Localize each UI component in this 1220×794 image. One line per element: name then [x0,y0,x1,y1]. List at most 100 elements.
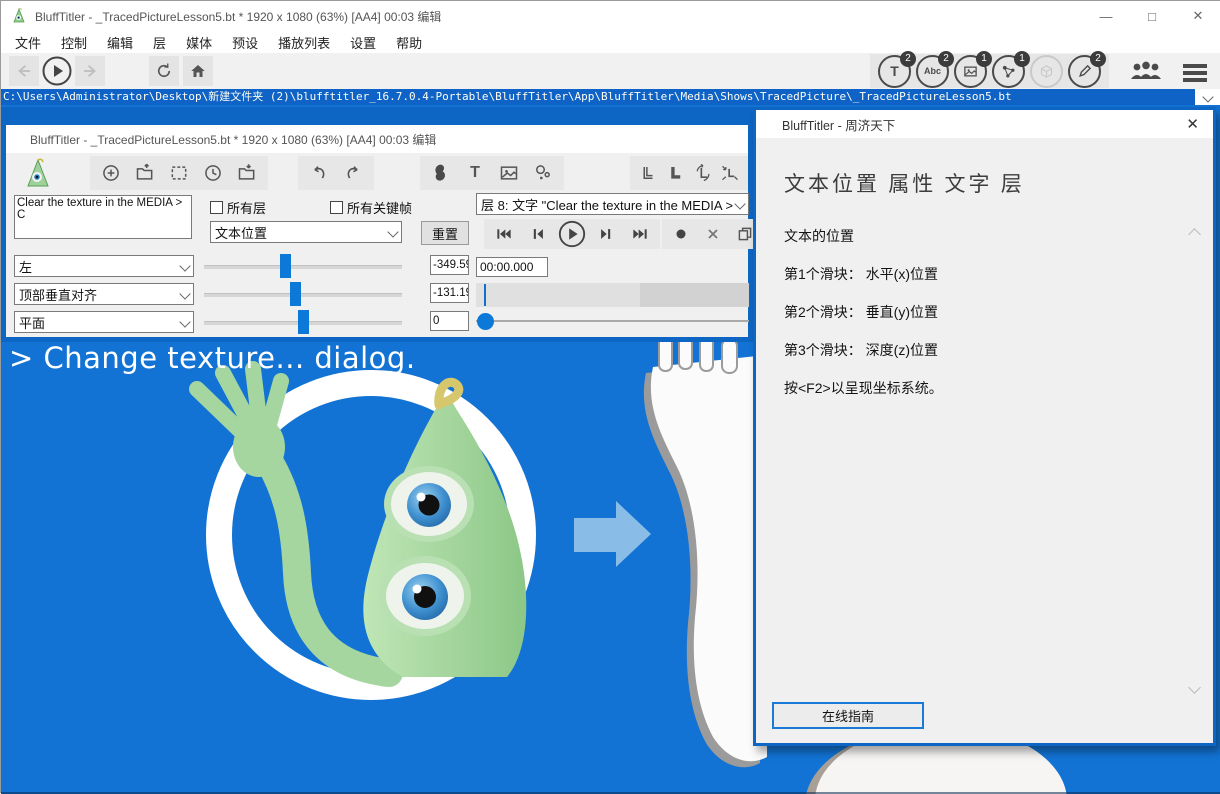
add-picture-layer-button[interactable] [494,158,524,188]
help-panel-body: 文本位置 属性 文字 层 文本的位置 第1个滑块： 水平(x)位置 第2个滑块：… [756,138,1213,743]
help-line: 按<F2>以呈现坐标系统。 [784,378,943,398]
typeface-button[interactable]: Abc 2 [916,55,949,88]
time-slider-knob[interactable] [477,313,494,330]
editor-play-button[interactable] [556,219,588,249]
y-value-input[interactable]: -131.1999 [430,283,469,303]
menu-edit[interactable]: 编辑 [97,33,143,52]
all-keyframes-checkbox[interactable]: 所有关键帧 [330,198,412,217]
delete-key-button[interactable] [698,219,728,249]
picture-layer-icon [499,163,519,183]
back-button[interactable] [9,56,39,86]
redo-button[interactable] [338,158,368,188]
x-position-slider[interactable] [204,255,402,277]
z-value-input[interactable]: 0 [430,311,469,331]
layer-solid-button[interactable] [664,158,688,188]
next-frame-icon [599,227,613,241]
skip-end-icon [632,227,648,241]
slider2-dropdown[interactable]: 顶部垂直对齐 [14,283,194,305]
timeline-strip[interactable] [476,283,749,307]
models-button[interactable] [1030,55,1063,88]
scroll-down-button[interactable] [1190,679,1199,697]
slider-thumb[interactable] [280,254,291,278]
chevron-down-icon [179,288,190,299]
share-button[interactable]: 1 [992,55,1025,88]
text-templates-button[interactable]: T 2 [878,55,911,88]
select-region-button[interactable] [164,158,194,188]
time-input[interactable]: 00:00.000 [476,257,548,277]
next-frame-button[interactable] [590,219,622,249]
add-particle-layer-button[interactable] [528,158,558,188]
menu-control[interactable]: 控制 [51,33,97,52]
path-dropdown-button[interactable] [1195,89,1220,105]
reset-button[interactable]: 重置 [421,221,469,245]
layer-outline-button[interactable] [636,158,660,188]
blufftitler-logo-icon [11,8,27,24]
slider-thumb[interactable] [298,310,309,334]
layer-rotate-button[interactable] [691,158,715,188]
open-show-button[interactable] [130,158,160,188]
help-panel-title-bar[interactable]: BluffTitler - 周济天下 ✕ [756,110,1213,138]
path-input[interactable]: C:\Users\Administrator\Desktop\新建文件夹 (2)… [1,89,1195,105]
save-show-button[interactable] [232,158,262,188]
menu-layer[interactable]: 层 [143,33,176,52]
chevron-down-icon [179,316,190,327]
forward-button[interactable] [75,56,105,86]
help-lines: 文本的位置 第1个滑块： 水平(x)位置 第2个滑块： 垂直(y)位置 第3个滑… [784,226,943,416]
editor-title-bar[interactable]: BluffTitler - _TracedPictureLesson5.bt *… [6,125,748,153]
help-line: 文本的位置 [784,226,943,246]
title-bar: BluffTitler - _TracedPictureLesson5.bt *… [1,1,1220,31]
menu-button[interactable] [1183,61,1207,85]
menu-help[interactable]: 帮助 [386,33,432,52]
effects-button[interactable]: 2 [1068,55,1101,88]
pictures-button[interactable]: 1 [954,55,987,88]
maximize-button[interactable]: □ [1129,1,1175,31]
skip-end-button[interactable] [624,219,656,249]
slider1-dropdown[interactable]: 左 [14,255,194,277]
scroll-up-button[interactable] [1190,226,1199,244]
camera-layer-button[interactable] [426,158,456,188]
recent-shows-button[interactable] [198,158,228,188]
cube-icon [1039,64,1054,79]
play-button[interactable] [41,56,73,86]
prev-frame-button[interactable] [522,219,554,249]
all-layers-checkbox[interactable]: 所有层 [210,198,266,217]
help-close-button[interactable]: ✕ [1186,115,1213,133]
property-dropdown[interactable]: 文本位置 [210,221,402,243]
x-value-input[interactable]: -349.5999 [430,255,469,275]
path-bar: C:\Users\Administrator\Desktop\新建文件夹 (2)… [1,89,1220,105]
menu-settings[interactable]: 设置 [340,33,386,52]
menu-file[interactable]: 文件 [5,33,51,52]
time-slider[interactable] [476,309,749,333]
share-badge: 1 [1014,51,1030,67]
slider3-dropdown[interactable]: 平面 [14,311,194,333]
layer-collapse-button[interactable] [719,158,743,188]
y-position-slider[interactable] [204,283,402,305]
layer-collapse-icon [720,163,740,183]
layer-text-input[interactable] [14,195,192,239]
undo-button[interactable] [304,158,334,188]
skip-start-button[interactable] [488,219,520,249]
timeline-keyframe-region [640,283,749,307]
home-button[interactable] [183,56,213,86]
help-panel-title: BluffTitler - 周济天下 [782,115,895,134]
z-position-slider[interactable] [204,311,402,333]
menu-media[interactable]: 媒体 [176,33,222,52]
slider-thumb[interactable] [290,282,301,306]
refresh-button[interactable] [149,56,179,86]
typeface-badge: 2 [938,51,954,67]
timeline-cursor[interactable] [484,284,486,306]
chevron-down-icon [734,198,745,209]
chevron-down-icon [1188,681,1201,694]
menu-presets[interactable]: 预设 [222,33,268,52]
record-key-button[interactable] [666,219,696,249]
close-button[interactable]: ✕ [1175,1,1220,31]
community-button[interactable] [1129,59,1163,83]
online-guide-button[interactable]: 在线指南 [772,702,924,729]
add-text-layer-button[interactable]: T [460,158,490,188]
menu-playlist[interactable]: 播放列表 [268,33,340,52]
minimize-button[interactable]: — [1083,1,1129,31]
arrow-shape [574,501,651,567]
layer-dropdown[interactable]: 层 8: 文字 "Clear the texture in the MEDIA … [476,193,749,215]
new-show-button[interactable] [96,158,126,188]
editor-toolbar: T [6,153,748,193]
